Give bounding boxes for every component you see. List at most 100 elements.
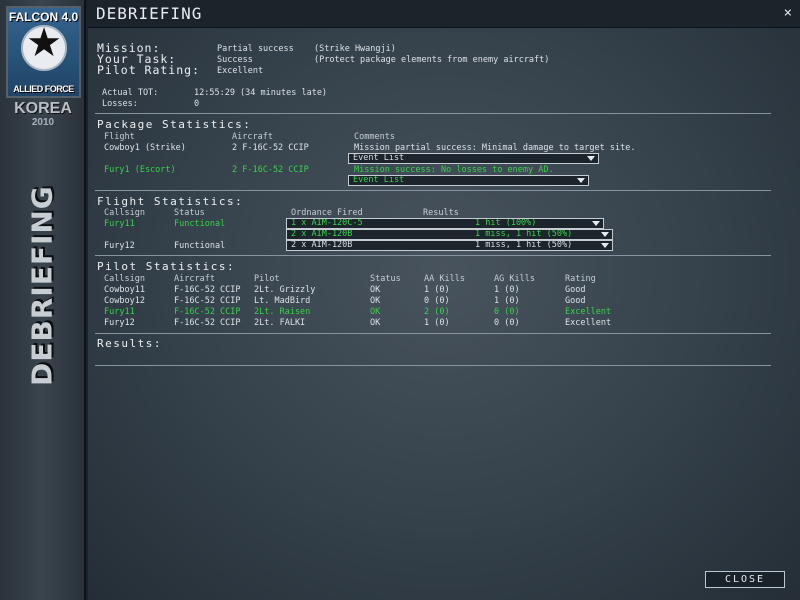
pilot-status: OK [370, 285, 381, 295]
pilot-header-aircraft: Aircraft [174, 274, 215, 284]
event-list-dropdown[interactable]: Event List [348, 175, 589, 186]
divider [95, 255, 771, 256]
pilot-status: OK [370, 296, 381, 306]
chevron-down-icon [601, 243, 609, 248]
star-icon: ★ [26, 20, 62, 66]
pilot-ag-kills: 0 (0) [494, 307, 520, 317]
rating-label: Pilot Rating: [97, 63, 201, 77]
chevron-down-icon [592, 221, 600, 226]
pilot-aircraft: F-16C-52 CCIP [174, 318, 241, 328]
pilot-aa-kills: 2 (0) [424, 307, 450, 317]
divider [95, 333, 771, 334]
losses-value: 0 [194, 99, 200, 109]
pilot-status: OK [370, 318, 381, 328]
ordnance-dropdown[interactable]: 2 x AIM-120B 1 miss, 1 hit (50%) [286, 240, 613, 251]
ordnance-weapon: 1 x AIM-120C-5 [291, 218, 363, 228]
task-value: Success [217, 55, 253, 65]
pilot-header-ag-kills: AG Kills [494, 274, 535, 284]
pilot-callsign: Cowboy11 [104, 285, 145, 295]
losses-label: Losses: [102, 99, 138, 109]
package-header-comments: Comments [354, 132, 395, 142]
pilot-callsign: Fury12 [104, 318, 135, 328]
sidebar: FALCON 4.0 ★ ALLIED FORCE KOREA 2010 DEB… [0, 0, 86, 600]
falcon-logo: FALCON 4.0 ★ ALLIED FORCE [6, 6, 81, 98]
pilot-aa-kills: 0 (0) [424, 296, 450, 306]
pilot-header-pilot: Pilot [254, 274, 280, 284]
pilot-aircraft: F-16C-52 CCIP [174, 307, 241, 317]
divider [95, 365, 771, 366]
event-list-dropdown[interactable]: Event List [348, 153, 599, 164]
pilot-name: 2Lt. Raisen [254, 307, 311, 317]
package-comment: Mission success: No losses to enemy AD. [354, 165, 554, 175]
task-note: (Protect package elements from enemy air… [314, 55, 550, 65]
flight-header-ordnance: Ordnance Fired [291, 208, 363, 218]
package-header-flight: Flight [104, 132, 135, 142]
pilot-header-callsign: Callsign [104, 274, 145, 284]
pilot-header-status: Status [370, 274, 401, 284]
rating-value: Excellent [217, 66, 264, 76]
flight-header-callsign: Callsign [104, 208, 145, 218]
pilot-aa-kills: 1 (0) [424, 318, 450, 328]
chevron-down-icon [577, 178, 585, 183]
flight-header-results: Results [423, 208, 459, 218]
pilot-status: OK [370, 307, 381, 317]
theater-name: KOREA [14, 100, 72, 117]
ordnance-dropdown[interactable]: 2 x AIM-120B 1 miss, 1 hit (50%) [286, 229, 613, 240]
pilot-aa-kills: 1 (0) [424, 285, 450, 295]
package-aircraft: 2 F-16C-52 CCIP [232, 165, 309, 175]
divider [95, 190, 771, 191]
package-title: Package Statistics: [97, 118, 252, 131]
theater-year: 2010 [31, 117, 55, 128]
results-title: Results: [97, 337, 162, 350]
ordnance-weapon: 2 x AIM-120B [291, 240, 353, 250]
pilot-aircraft: F-16C-52 CCIP [174, 296, 241, 306]
package-flight: Cowboy1 (Strike) [104, 143, 186, 153]
logo-subtitle: ALLIED FORCE [13, 84, 74, 94]
ordnance-result: 1 miss, 1 hit (50%) [475, 240, 573, 250]
chevron-down-icon [601, 232, 609, 237]
pilot-name: 2Lt. FALKI [254, 318, 306, 328]
flight-callsign: Fury12 [104, 241, 135, 251]
title-bar: DEBRIEFING × [88, 0, 800, 28]
ordnance-result: 1 miss, 1 hit (50%) [475, 229, 573, 239]
pilot-callsign: Fury11 [104, 307, 135, 317]
close-button[interactable]: CLOSE [705, 571, 785, 588]
pilot-ag-kills: 1 (0) [494, 296, 520, 306]
sidebar-title: DEBRIEFING [25, 185, 59, 387]
ordnance-weapon: 2 x AIM-120B [291, 229, 353, 239]
ordnance-result: 1 hit (100%) [475, 218, 537, 228]
flight-callsign: Fury11 [104, 219, 135, 229]
pilot-aircraft: F-16C-52 CCIP [174, 285, 241, 295]
pilot-callsign: Cowboy12 [104, 296, 145, 306]
pilot-rating: Good [565, 296, 586, 306]
flight-status: Functional [174, 219, 226, 229]
tot-label: Actual TOT: [102, 88, 159, 98]
dropdown-value: Event List [353, 175, 405, 185]
package-header-aircraft: Aircraft [232, 132, 273, 142]
package-aircraft: 2 F-16C-52 CCIP [232, 143, 309, 153]
chevron-down-icon [587, 156, 595, 161]
pilot-ag-kills: 0 (0) [494, 318, 520, 328]
pilot-name: 2Lt. Grizzly [254, 285, 316, 295]
tot-value: 12:55:29 (34 minutes late) [194, 88, 328, 98]
dropdown-value: Event List [353, 153, 405, 163]
close-icon[interactable]: × [784, 5, 792, 21]
flight-status: Functional [174, 241, 226, 251]
star-emblem: ★ [21, 20, 67, 71]
pilot-rating: Excellent [565, 318, 612, 328]
package-flight: Fury1 (Escort) [104, 165, 176, 175]
pilot-header-aa-kills: AA Kills [424, 274, 465, 284]
divider [95, 113, 771, 114]
pilot-header-rating: Rating [565, 274, 596, 284]
mission-note: (Strike Hwangji) [314, 44, 396, 54]
pilot-rating: Excellent [565, 307, 612, 317]
pilot-name: Lt. MadBird [254, 296, 311, 306]
pilot-title: Pilot Statistics: [97, 260, 236, 273]
pilot-ag-kills: 1 (0) [494, 285, 520, 295]
ordnance-dropdown[interactable]: 1 x AIM-120C-5 1 hit (100%) [286, 218, 604, 229]
flight-title: Flight Statistics: [97, 195, 244, 208]
page-title: DEBRIEFING [96, 4, 203, 23]
mission-value: Partial success [217, 44, 294, 54]
debriefing-panel: DEBRIEFING × Mission: Partial success (S… [88, 0, 800, 600]
pilot-rating: Good [565, 285, 586, 295]
